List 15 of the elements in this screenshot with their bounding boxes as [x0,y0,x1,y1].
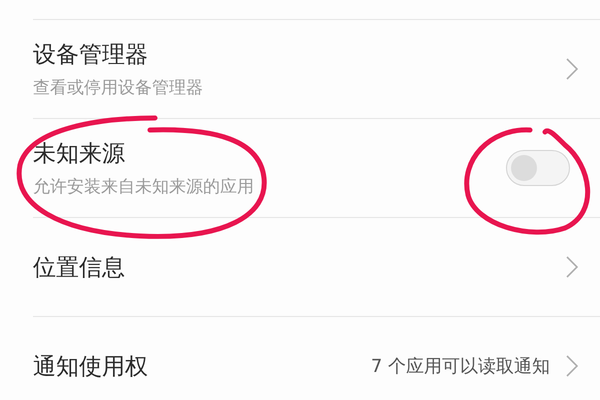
setting-description: 允许安装来自未知来源的应用 [33,176,255,198]
setting-description: 查看或停用设备管理器 [33,77,204,99]
setting-title: 位置信息 [33,254,126,282]
setting-title: 未知来源 [33,140,126,169]
chevron-icon [566,355,578,377]
settings-row[interactable]: 设备管理器 查看或停用设备管理器 [33,19,600,118]
settings-row[interactable]: 通知使用权 7 个应用可以读取通知 [33,316,600,400]
setting-value: 7 个应用可以读取通知 [370,355,550,378]
toggle-switch[interactable] [506,150,570,186]
setting-title: 通知使用权 [33,352,149,382]
settings-row[interactable]: 位置信息 [33,217,600,316]
chevron-icon [566,256,578,278]
setting-title: 设备管理器 [33,41,149,70]
settings-row[interactable]: 未知来源 允许安装来自未知来源的应用 [33,118,600,217]
chevron-icon [566,58,578,80]
